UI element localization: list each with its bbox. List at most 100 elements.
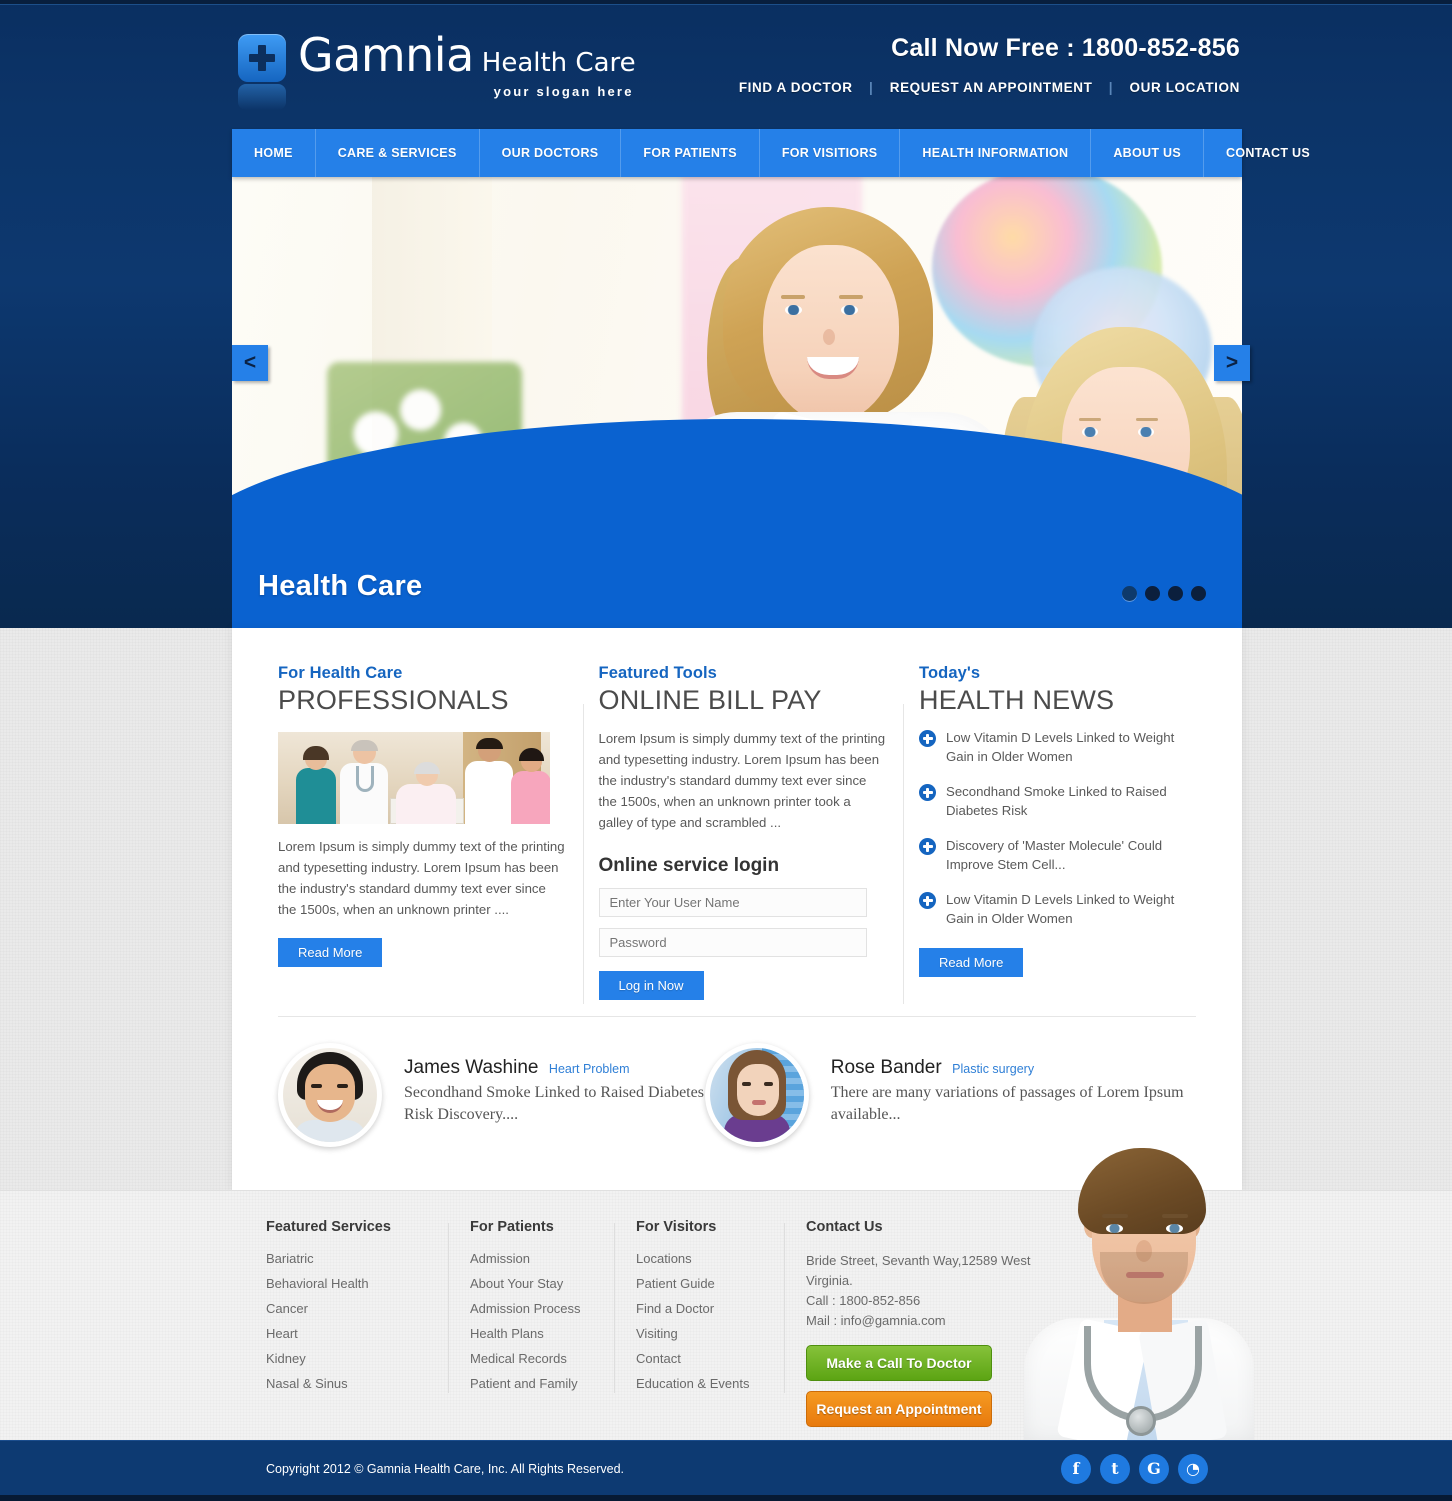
medical-team-photo: [278, 732, 550, 824]
make-a-call-to-doctor-button[interactable]: Make a Call To Doctor: [806, 1345, 992, 1381]
header-contact-block: Call Now Free : 1800-852-856 FIND A DOCT…: [739, 34, 1240, 95]
slider-dot-3[interactable]: [1168, 586, 1183, 601]
nav-item-contact-us[interactable]: CONTACT US: [1204, 129, 1332, 177]
footer-link-heart[interactable]: Heart: [266, 1326, 448, 1341]
link-separator: |: [868, 80, 874, 95]
username-input[interactable]: [598, 888, 867, 917]
footer-link-cancer[interactable]: Cancer: [266, 1301, 448, 1316]
health-news-eyebrow: Today's: [919, 664, 981, 682]
slider-dot-4[interactable]: [1191, 586, 1206, 601]
nav-item-for-patients[interactable]: FOR PATIENTS: [621, 129, 760, 177]
avatar: [278, 1043, 382, 1147]
health-news-read-more-button[interactable]: Read More: [919, 948, 1024, 977]
news-item-text: Low Vitamin D Levels Linked to Weight Ga…: [946, 730, 1175, 764]
news-list-item[interactable]: Low Vitamin D Levels Linked to Weight Ga…: [919, 728, 1196, 766]
footer-link-locations[interactable]: Locations: [636, 1251, 784, 1266]
google-icon[interactable]: G: [1139, 1453, 1169, 1484]
main-navigation: HOME CARE & SERVICES OUR DOCTORS FOR PAT…: [232, 129, 1310, 177]
header-quick-links: FIND A DOCTOR | REQUEST AN APPOINTMENT |…: [739, 80, 1240, 95]
footer-divider: [784, 1223, 785, 1393]
brand-name: Gamnia: [298, 28, 474, 82]
footer-link-bariatric[interactable]: Bariatric: [266, 1251, 448, 1266]
footer-link-nasal-sinus[interactable]: Nasal & Sinus: [266, 1376, 448, 1391]
brand-logo[interactable]: Gamnia Health Care your slogan here: [238, 28, 636, 110]
news-list-item[interactable]: Low Vitamin D Levels Linked to Weight Ga…: [919, 890, 1196, 928]
copyright-bar: Copyright 2012 © Gamnia Health Care, Inc…: [0, 1440, 1452, 1495]
footer-link-admission[interactable]: Admission: [470, 1251, 614, 1266]
testimonials-section: James Washine Heart Problem Secondhand S…: [278, 1016, 1196, 1147]
request-an-appointment-button[interactable]: Request an Appointment: [806, 1391, 992, 1427]
footer-link-patient-and-family[interactable]: Patient and Family: [470, 1376, 614, 1391]
facebook-icon[interactable]: f: [1061, 1453, 1091, 1484]
call-now-text: Call Now Free : 1800-852-856: [891, 34, 1240, 62]
testimonial-card: James Washine Heart Problem Secondhand S…: [278, 1043, 705, 1147]
plus-circle-icon: [919, 892, 937, 909]
plus-circle-icon: [919, 838, 937, 855]
slider-prev-arrow-icon[interactable]: <: [232, 345, 268, 381]
professionals-headline: PROFESSIONALS: [278, 685, 509, 715]
main-content: For Health Care PROFESSIONALS Lorem Ipsu…: [232, 628, 1242, 1190]
footer-link-education-events[interactable]: Education & Events: [636, 1376, 784, 1391]
slider-dot-2[interactable]: [1145, 586, 1160, 601]
nav-item-home[interactable]: HOME: [232, 129, 316, 177]
logo-reflection: [238, 84, 286, 110]
nav-item-about-us[interactable]: ABOUT US: [1091, 129, 1204, 177]
nav-item-for-visitiors[interactable]: FOR VISITIORS: [760, 129, 901, 177]
footer-link-find-a-doctor[interactable]: Find a Doctor: [636, 1301, 784, 1316]
footer-link-contact[interactable]: Contact: [636, 1351, 784, 1366]
footer-link-health-plans[interactable]: Health Plans: [470, 1326, 614, 1341]
testimonial-text: Secondhand Smoke Linked to Raised Diabet…: [404, 1084, 704, 1123]
footer-link-behavioral-health[interactable]: Behavioral Health: [266, 1276, 448, 1291]
bill-pay-headline: ONLINE BILL PAY: [598, 685, 822, 715]
link-separator: |: [1108, 80, 1114, 95]
column-divider: [903, 704, 905, 1004]
footer-link-admission-process[interactable]: Admission Process: [470, 1301, 614, 1316]
testimonial-role: Plastic surgery: [952, 1062, 1035, 1076]
health-news-list: Low Vitamin D Levels Linked to Weight Ga…: [919, 728, 1196, 928]
plus-circle-icon: [919, 730, 937, 747]
professionals-eyebrow: For Health Care: [278, 664, 403, 682]
nav-item-care-services[interactable]: CARE & SERVICES: [316, 129, 480, 177]
footer-link-visiting[interactable]: Visiting: [636, 1326, 784, 1341]
professionals-panel: For Health Care PROFESSIONALS Lorem Ipsu…: [278, 664, 567, 1000]
our-location-link[interactable]: OUR LOCATION: [1130, 80, 1240, 95]
bill-pay-eyebrow: Featured Tools: [598, 664, 717, 682]
footer-heading: For Patients: [470, 1219, 554, 1235]
slider-next-arrow-icon[interactable]: >: [1214, 345, 1250, 381]
page-bottom-strip: [0, 1495, 1452, 1501]
request-appointment-link[interactable]: REQUEST AN APPOINTMENT: [890, 80, 1093, 95]
footer-link-patient-guide[interactable]: Patient Guide: [636, 1276, 784, 1291]
nav-item-our-doctors[interactable]: OUR DOCTORS: [480, 129, 622, 177]
password-input[interactable]: [598, 928, 867, 957]
professionals-read-more-button[interactable]: Read More: [278, 938, 383, 967]
hero-caption-title: Health Care: [258, 570, 423, 602]
column-divider: [582, 704, 584, 1004]
news-list-item[interactable]: Secondhand Smoke Linked to Raised Diabet…: [919, 782, 1196, 820]
bill-pay-body: Lorem Ipsum is simply dummy text of the …: [598, 731, 886, 830]
login-button[interactable]: Log in Now: [598, 971, 704, 1000]
find-a-doctor-link[interactable]: FIND A DOCTOR: [739, 80, 853, 95]
twitter-icon[interactable]: t: [1100, 1453, 1130, 1484]
footer-heading: For Visitors: [636, 1219, 717, 1235]
testimonial-name: James Washine: [404, 1057, 539, 1078]
copyright-text: Copyright 2012 © Gamnia Health Care, Inc…: [266, 1461, 624, 1476]
brand-subtitle: Health Care: [481, 48, 636, 78]
health-news-headline: HEALTH NEWS: [919, 685, 1115, 715]
nav-item-health-information[interactable]: HEALTH INFORMATION: [900, 129, 1092, 177]
news-item-text: Discovery of 'Master Molecule' Could Imp…: [946, 838, 1163, 872]
news-list-item[interactable]: Discovery of 'Master Molecule' Could Imp…: [919, 836, 1196, 874]
avatar: [704, 1043, 809, 1147]
slider-pagination[interactable]: [1122, 586, 1206, 601]
footer-link-about-your-stay[interactable]: About Your Stay: [470, 1276, 614, 1291]
footer-link-kidney[interactable]: Kidney: [266, 1351, 448, 1366]
slider-dot-1[interactable]: [1122, 586, 1137, 601]
footer-divider: [448, 1223, 449, 1393]
online-service-login-heading: Online service login: [598, 855, 780, 876]
health-news-panel: Today's HEALTH NEWS Low Vitamin D Levels…: [903, 664, 1196, 1004]
plus-circle-icon: [919, 784, 937, 801]
rss-icon[interactable]: ◔: [1178, 1453, 1208, 1484]
footer-link-medical-records[interactable]: Medical Records: [470, 1351, 614, 1366]
professionals-body: Lorem Ipsum is simply dummy text of the …: [278, 839, 565, 917]
testimonial-role: Heart Problem: [548, 1062, 630, 1076]
social-links: f t G ◔: [1061, 1453, 1208, 1484]
